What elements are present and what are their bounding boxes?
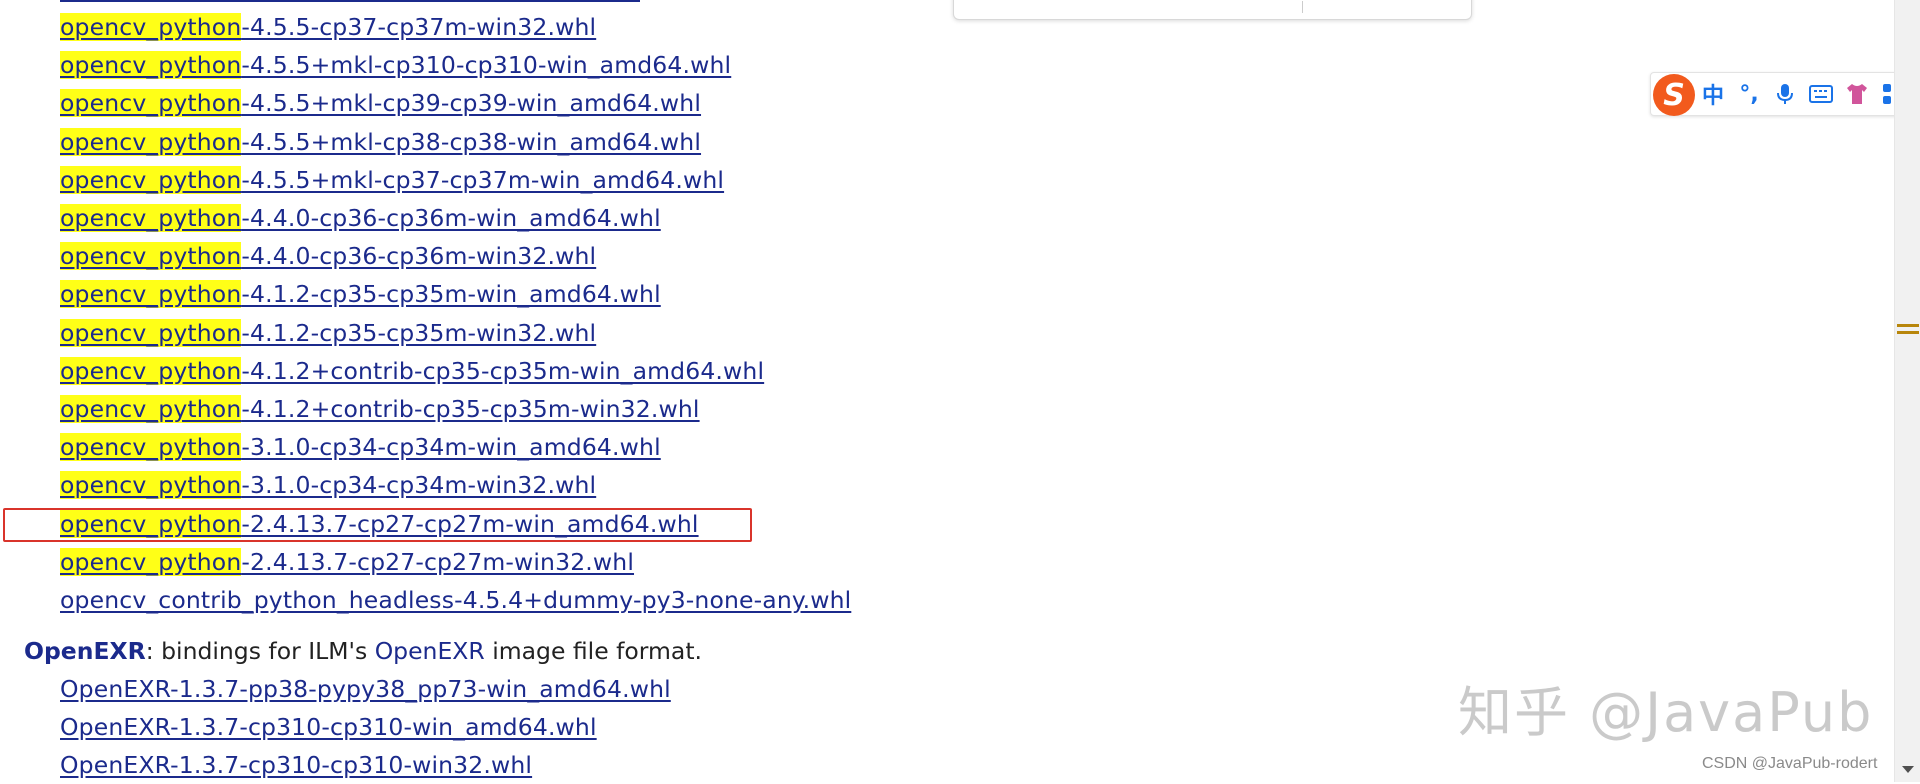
openexr-download-link[interactable]: OpenEXR-1.3.7-pp38-pypy38_pp73-win_amd64… [60,675,671,703]
wheel-download-link[interactable]: opencv_python-4.1.2+contrib-cp35-cp35m-w… [60,395,700,423]
wheel-download-link[interactable]: opencv_python-4.5.5+mkl-cp38-cp38-win_am… [60,127,702,156]
link-text: -4.4.0-cp36-cp36m-win32.whl [241,242,597,271]
wheel-download-link[interactable]: opencv_python-4.5.5+mkl-cp37-cp37m-win_a… [60,165,725,194]
openexr-desc-b: image file format. [484,637,703,665]
floating-popup [953,0,1472,20]
wheel-download-link[interactable]: opencv_python-3.1.0-cp34-cp34m-win32.whl [60,471,597,500]
wheel-link-row: opencv_python-3.1.0-cp34-cp34m-win32.whl [60,466,596,504]
link-text: -4.5.5+mkl-cp39-cp39-win_amd64.whl [241,89,702,118]
wheel-link-row: opencv_python-4.5.5+mkl-cp310-cp310-win_… [60,46,731,84]
scroll-match-marker [1897,324,1919,327]
openexr-link-row: OpenEXR-1.3.7-cp310-cp310-win_amd64.whl [60,708,597,746]
search-highlight: opencv_python [60,127,242,156]
link-text: -4.1.2-cp35-cp35m-win_amd64.whl [241,280,661,309]
link-text: -2.4.13.7-cp27-cp27m-win32.whl [241,547,635,576]
link-text: -4.5.5-cp37-cp37m-win32.whl [241,13,597,41]
link-text: -4.5.5+mkl-cp310-cp310-win_amd64.whl [241,51,732,80]
search-highlight: opencv_python [60,13,242,41]
search-highlight: opencv_python [60,204,242,232]
link-text: opencv_contrib_python_headless-4.5.4+dum… [60,586,852,614]
wheel-download-link[interactable]: opencv_python-4.5.5-cp37-cp37m-win32.whl [60,13,596,41]
punctuation-icon[interactable]: °, [1731,78,1767,110]
openexr-desc-link[interactable]: OpenEXR [375,637,485,665]
openexr-download-link[interactable]: OpenEXR-1.3.7-cp310-cp310-win_amd64.whl [60,713,597,741]
search-highlight: opencv_python [60,318,242,347]
zhihu-watermark: 知乎 @JavaPub [1458,681,1874,744]
keyboard-icon[interactable] [1803,78,1839,110]
search-highlight: opencv_python [60,242,242,271]
package-list-page: opencv_python-4.5.5-cp37-cp37m-win32.whl… [0,0,1894,782]
wheel-link-row: opencv_python-4.5.5+mkl-cp38-cp38-win_am… [60,123,701,161]
chinese-mode-icon[interactable]: 中 [1695,78,1731,110]
search-highlight: opencv_python [60,165,242,194]
wheel-download-link[interactable]: opencv_python-4.1.2-cp35-cp35m-win_amd64… [60,280,661,309]
vertical-scrollbar[interactable] [1894,0,1920,782]
wheel-link-row: opencv_python-3.1.0-cp34-cp34m-win_amd64… [60,428,661,466]
search-highlight: opencv_python [60,280,242,309]
wheel-link-row: opencv_contrib_python_headless-4.5.4+dum… [60,581,851,619]
openexr-package-name[interactable]: OpenEXR [24,637,146,665]
wheel-download-link[interactable]: opencv_python-4.4.0-cp36-cp36m-win32.whl [60,242,597,271]
ime-toolbar[interactable]: S 中 °, [1650,72,1920,116]
wheel-download-link[interactable]: opencv_python-4.4.0-cp36-cp36m-win_amd64… [60,204,661,232]
link-text: -3.1.0-cp34-cp34m-win_amd64.whl [241,433,661,462]
link-text: -4.1.2+contrib-cp35-cp35m-win_amd64.whl [241,356,765,385]
link-text: -3.1.0-cp34-cp34m-win32.whl [241,471,597,500]
red-highlight-box [3,508,752,542]
search-highlight: opencv_python [60,395,242,423]
search-highlight: opencv_python [60,547,242,576]
openexr-download-link[interactable]: OpenEXR-1.3.7-cp310-cp310-win32.whl [60,751,532,779]
link-text: -4.4.0-cp36-cp36m-win_amd64.whl [241,204,661,232]
search-highlight: opencv_python [60,89,242,118]
sogou-logo-icon[interactable]: S [1653,74,1695,116]
wheel-link-row: opencv_python-4.5.5-cp37-cp37m-win32.whl [60,8,596,46]
csdn-credit: CSDN @JavaPub-rodert [1702,755,1878,772]
wheel-link-row: opencv_python-4.4.0-cp36-cp36m-win32.whl [60,237,596,275]
wheel-link-row: opencv_python-4.1.2-cp35-cp35m-win32.whl [60,314,596,352]
wheel-download-link[interactable]: opencv_python-2.4.13.7-cp27-cp27m-win32.… [60,547,635,576]
wheel-download-link[interactable]: opencv_contrib_python_headless-4.5.4+dum… [60,586,851,614]
link-text: -4.1.2-cp35-cp35m-win32.whl [241,318,597,347]
wheel-download-link[interactable]: opencv_python-3.1.0-cp34-cp34m-win_amd64… [60,433,661,462]
wheel-download-link[interactable]: opencv_python-4.1.2+contrib-cp35-cp35m-w… [60,356,765,385]
wheel-download-link[interactable]: opencv_python-4.1.2-cp35-cp35m-win32.whl [60,318,597,347]
wheel-link-row: opencv_python-4.5.5+mkl-cp37-cp37m-win_a… [60,161,724,199]
search-highlight: opencv_python [60,51,242,80]
popup-separator [1302,1,1303,13]
shirt-icon[interactable] [1839,78,1875,110]
link-text: -4.1.2+contrib-cp35-cp35m-win32.whl [241,395,700,423]
wheel-download-link[interactable]: opencv_python-4.5.5+mkl-cp310-cp310-win_… [60,51,732,80]
search-highlight: opencv_python [60,471,242,500]
mic-icon[interactable] [1767,78,1803,110]
scroll-match-marker [1897,331,1919,334]
wheel-link-row: opencv_python-4.1.2-cp35-cp35m-win_amd64… [60,275,661,313]
openexr-link-row: OpenEXR-1.3.7-pp38-pypy38_pp73-win_amd64… [60,670,671,708]
wheel-link-row: opencv_python-4.1.2+contrib-cp35-cp35m-w… [60,390,700,428]
search-highlight: opencv_python [60,433,242,462]
cropped-link-underline [60,0,640,2]
openexr-link-row: OpenEXR-1.3.7-cp310-cp310-win32.whl [60,746,532,784]
wheel-link-row: opencv_python-4.4.0-cp36-cp36m-win_amd64… [60,199,661,237]
wheel-download-link[interactable]: opencv_python-4.5.5+mkl-cp39-cp39-win_am… [60,89,702,118]
search-highlight: opencv_python [60,356,242,385]
openexr-description: OpenEXR: bindings for ILM's OpenEXR imag… [24,632,702,670]
wheel-link-row: opencv_python-2.4.13.7-cp27-cp27m-win32.… [60,543,634,581]
wheel-link-row: opencv_python-4.1.2+contrib-cp35-cp35m-w… [60,352,764,390]
openexr-desc-a: : bindings for ILM's [145,637,375,665]
scroll-down-arrow-icon[interactable] [1902,766,1914,773]
link-text: -4.5.5+mkl-cp37-cp37m-win_amd64.whl [241,165,725,194]
wheel-link-row: opencv_python-4.5.5+mkl-cp39-cp39-win_am… [60,84,701,122]
link-text: -4.5.5+mkl-cp38-cp38-win_amd64.whl [241,127,702,156]
